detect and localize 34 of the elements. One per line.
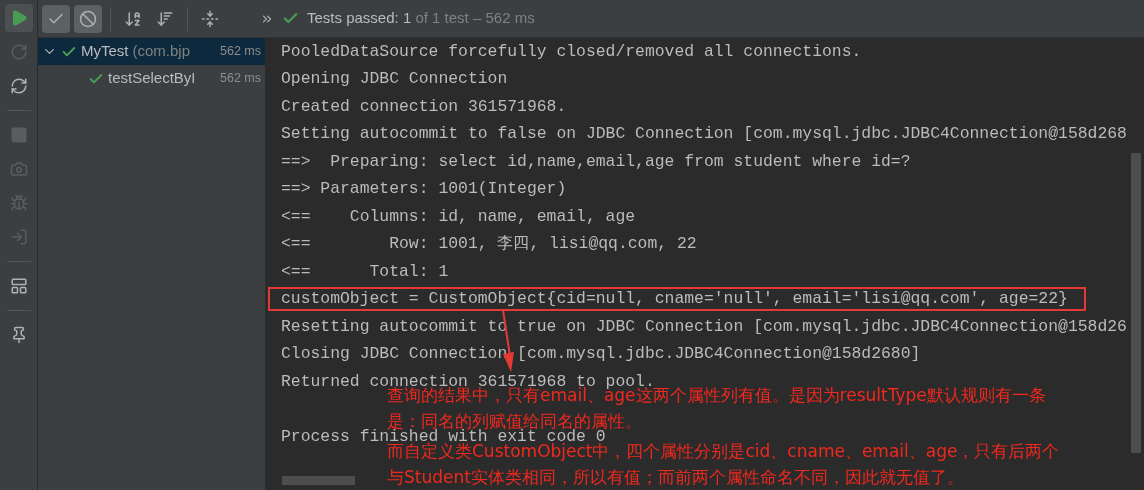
console-line: <== Row: 1001, 李四, lisi@qq.com, 22 bbox=[281, 235, 697, 254]
test-duration: 562 ms bbox=[219, 43, 262, 61]
test-duration: 562 ms bbox=[219, 70, 262, 88]
sort-alpha-icon bbox=[124, 9, 142, 28]
test-package: (com.bjp bbox=[132, 41, 191, 62]
console-line: Closing JDBC Connection [com.mysql.jdbc.JDBC4Connection@158d2680] bbox=[281, 345, 921, 364]
console-line: ==> Preparing: select id,name,email,age from student where id=? bbox=[281, 152, 911, 171]
test-tree-item[interactable]: testSelectByI 562 ms bbox=[38, 65, 265, 92]
stop-button[interactable] bbox=[74, 4, 102, 33]
run-button[interactable] bbox=[4, 4, 33, 32]
stop-icon bbox=[79, 9, 97, 28]
camera-icon bbox=[9, 160, 28, 178]
stop-icon bbox=[9, 126, 28, 144]
rerun-icon bbox=[9, 43, 28, 61]
console-line: <== Total: 1 bbox=[281, 262, 449, 281]
import-icon bbox=[9, 228, 28, 246]
annotation-text: 与Student实体类相同，所以有值；而前两个属性命名不同，因此就无值了。 bbox=[387, 467, 965, 487]
toggle-icon bbox=[9, 77, 28, 95]
test-name: testSelectByI bbox=[108, 68, 196, 89]
check-button[interactable] bbox=[42, 4, 70, 33]
tests-status: Tests passed: 1 of 1 test – 562 ms bbox=[307, 8, 535, 29]
test-tree-item[interactable]: MyTest (com.bjp 562 ms bbox=[38, 38, 265, 65]
layout-icon bbox=[9, 277, 28, 295]
console-line: Setting autocommit to false on JDBC Connection [com.mysql.jdbc.JDBC4Connection@158d268 bbox=[281, 125, 1127, 144]
console-line: Created connection 361571968. bbox=[281, 97, 567, 116]
console-line: ==> Parameters: 1001(Integer) bbox=[281, 180, 567, 199]
bug-icon bbox=[9, 194, 28, 212]
expand-icon bbox=[201, 9, 219, 28]
test-name: MyTest bbox=[81, 41, 129, 62]
annotation-text: 而自定义类CustomObject中，四个属性分别是cid、cname、email、age，只有后两个 bbox=[387, 441, 1060, 461]
console-line: Opening JDBC Connection bbox=[281, 70, 508, 89]
sort-duration-icon bbox=[156, 9, 174, 28]
console-line: <== Columns: id, name, email, age bbox=[281, 207, 636, 226]
console-line: PooledDataSource forcefully closed/removed all connections. bbox=[281, 42, 862, 61]
